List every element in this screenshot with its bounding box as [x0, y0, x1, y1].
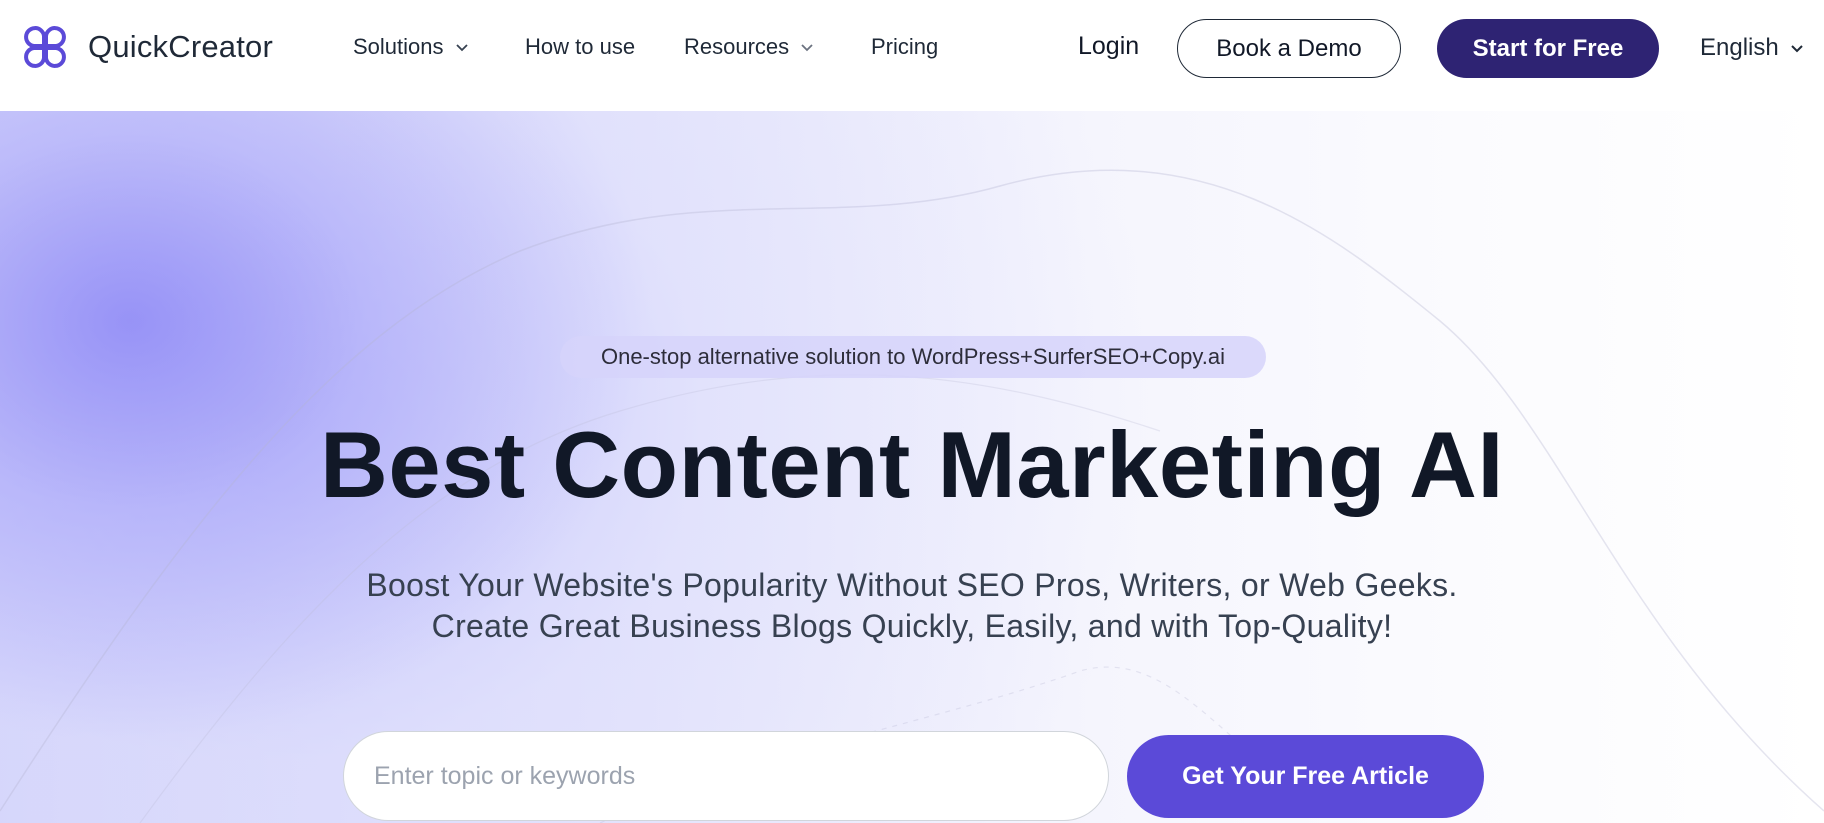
nav-how-to-use[interactable]: How to use — [525, 34, 635, 60]
get-free-article-button[interactable]: Get Your Free Article — [1127, 735, 1484, 818]
chevron-down-icon — [801, 44, 813, 52]
login-link[interactable]: Login — [1078, 32, 1139, 61]
nav-solutions-label: Solutions — [353, 34, 444, 59]
topic-keyword-input[interactable] — [343, 731, 1109, 821]
chevron-down-icon — [455, 44, 468, 52]
brand-logo[interactable]: QuickCreator — [22, 24, 273, 70]
hero-subline-2: Create Great Business Blogs Quickly, Eas… — [431, 608, 1393, 644]
hero-section: One-stop alternative solution to WordPre… — [0, 111, 1824, 823]
chevron-down-icon — [1791, 45, 1803, 53]
top-navbar: QuickCreator Solutions How to use Resour… — [0, 0, 1824, 111]
book-demo-button[interactable]: Book a Demo — [1177, 19, 1401, 78]
hero-subline-1: Boost Your Website's Popularity Without … — [366, 567, 1458, 603]
nav-pricing[interactable]: Pricing — [871, 34, 938, 60]
clover-logo-icon — [24, 26, 66, 68]
language-label: English — [1700, 34, 1779, 61]
nav-solutions[interactable]: Solutions — [353, 34, 470, 60]
start-for-free-button[interactable]: Start for Free — [1437, 19, 1659, 78]
brand-name: QuickCreator — [88, 29, 274, 64]
nav-resources[interactable]: Resources — [684, 34, 815, 60]
language-selector[interactable]: English — [1700, 34, 1805, 62]
nav-resources-label: Resources — [684, 34, 790, 59]
nav-how-to-use-label: How to use — [525, 34, 636, 59]
hero-badge: One-stop alternative solution to WordPre… — [560, 336, 1266, 378]
hero-headline: Best Content Marketing AI — [319, 412, 1505, 517]
nav-pricing-label: Pricing — [871, 34, 939, 59]
